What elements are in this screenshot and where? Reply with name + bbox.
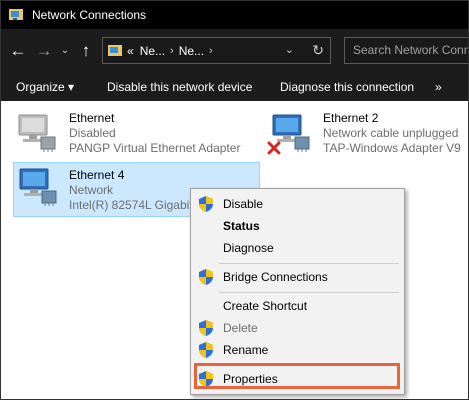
connection-adapter: Intel(R) 82574L Gigabit (69, 198, 193, 212)
menu-item-bridge-connections[interactable]: Bridge Connections (191, 266, 404, 288)
connection-item-ethernet-2[interactable]: Ethernet 2 Network cable unplugged TAP-W… (267, 109, 467, 159)
connection-status: Network (69, 183, 114, 197)
navigation-bar: ← → ⌄ ↑ « Ne... › Ne... › ⌄ ↻ Search Net… (1, 29, 468, 73)
up-arrow-icon[interactable]: ↑ (73, 29, 99, 73)
uac-shield-icon (199, 196, 213, 212)
breadcrumb-separator-icon[interactable]: › (170, 45, 174, 57)
uac-shield-icon (199, 320, 213, 336)
uac-shield-icon (199, 269, 213, 285)
more-commands-button[interactable]: » (435, 80, 442, 94)
title-bar: Network Connections (1, 1, 468, 29)
menu-item-create-shortcut[interactable]: Create Shortcut (191, 295, 404, 317)
menu-item-label: Delete (223, 321, 258, 335)
window-title: Network Connections (32, 8, 147, 22)
address-dropdown-chevron-icon[interactable]: ⌄ (285, 43, 294, 56)
menu-item-rename[interactable]: Rename (191, 339, 404, 361)
connection-status: Network cable unplugged (323, 126, 459, 140)
control-panel-icon (108, 44, 122, 56)
menu-item-diagnose[interactable]: Diagnose (191, 237, 404, 259)
connection-item-ethernet[interactable]: Ethernet Disabled PANGP Virtual Ethernet… (13, 109, 253, 159)
uac-shield-icon (199, 342, 213, 358)
command-bar: Organize ▾ Disable this network device D… (1, 73, 468, 101)
back-arrow-icon[interactable]: ← (5, 29, 31, 73)
menu-item-label: Bridge Connections (223, 270, 328, 284)
search-input[interactable]: Search Network Conn (344, 37, 468, 64)
explorer-window: Network Connections ← → ⌄ ↑ « Ne... › Ne… (0, 0, 469, 400)
menu-item-label: Status (223, 219, 260, 233)
organize-button[interactable]: Organize ▾ (16, 80, 74, 94)
error-x-icon (267, 141, 281, 155)
menu-separator (219, 263, 399, 264)
menu-item-label: Diagnose (223, 241, 274, 255)
recent-locations-chevron-icon[interactable]: ⌄ (57, 29, 73, 73)
connection-name: Ethernet 2 (323, 111, 379, 125)
connection-name: Ethernet (69, 111, 115, 125)
network-adapter-icon (18, 114, 56, 152)
refresh-icon[interactable]: ↻ (312, 42, 324, 59)
properties-highlight-box (194, 363, 400, 389)
menu-item-label: Rename (223, 343, 269, 357)
connection-adapter: PANGP Virtual Ethernet Adapter (69, 141, 241, 155)
connection-status: Disabled (69, 126, 116, 140)
disable-device-button[interactable]: Disable this network device (107, 80, 252, 94)
address-overflow[interactable]: « (127, 44, 134, 58)
breadcrumb-network-sharing[interactable]: Ne... (179, 44, 204, 58)
breadcrumb-network-internet[interactable]: Ne... (140, 44, 165, 58)
network-folder-icon (9, 9, 23, 20)
menu-separator (219, 292, 399, 293)
breadcrumb-separator-icon[interactable]: › (209, 45, 213, 57)
network-adapter-icon (19, 168, 57, 206)
diagnose-connection-button[interactable]: Diagnose this connection (280, 80, 414, 94)
menu-item-delete: Delete (191, 317, 404, 339)
forward-arrow-icon[interactable]: → (31, 29, 57, 73)
connection-adapter: TAP-Windows Adapter V9 (323, 141, 461, 155)
connection-name: Ethernet 4 (69, 168, 125, 182)
context-menu: Disable Status Diagnose Bridge Connectio… (190, 188, 405, 395)
menu-item-disable[interactable]: Disable (191, 193, 404, 215)
menu-item-status[interactable]: Status (191, 215, 404, 237)
address-bar[interactable]: « Ne... › Ne... › ⌄ ↻ (102, 37, 331, 64)
menu-item-label: Create Shortcut (223, 299, 308, 313)
menu-item-label: Disable (223, 197, 264, 211)
